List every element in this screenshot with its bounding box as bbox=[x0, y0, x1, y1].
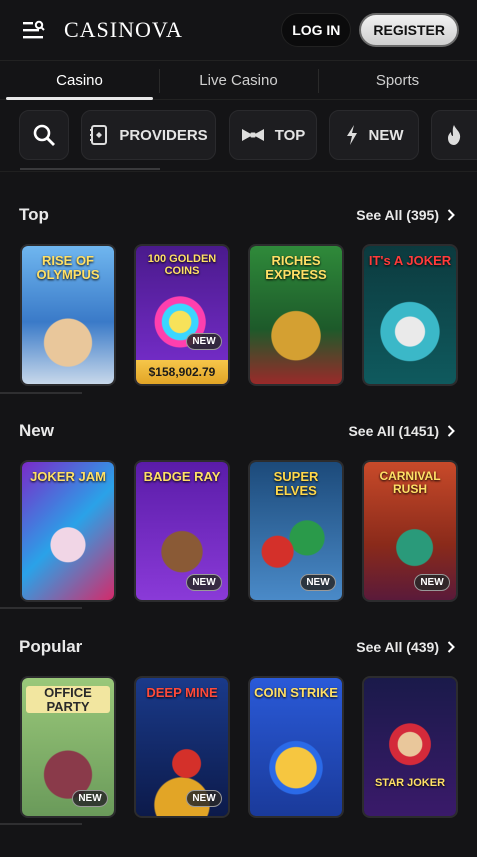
tab-live-casino[interactable]: Live Casino bbox=[159, 61, 318, 99]
top-section-header: Top See All (395) bbox=[19, 205, 455, 225]
game-card[interactable]: OFFICE PARTY NEW bbox=[20, 676, 116, 818]
search-button[interactable] bbox=[19, 110, 69, 160]
register-button[interactable]: REGISTER bbox=[359, 13, 459, 47]
login-button[interactable]: LOG IN bbox=[281, 13, 352, 47]
see-all-top-link[interactable]: See All (395) bbox=[356, 207, 455, 223]
game-card[interactable]: COIN STRIKE bbox=[248, 676, 344, 818]
game-title: OFFICE PARTY bbox=[26, 686, 110, 714]
search-icon bbox=[32, 123, 56, 147]
bow-tie-icon bbox=[241, 128, 265, 142]
row-scroll-indicator bbox=[0, 607, 82, 609]
game-title: RICHES EXPRESS bbox=[265, 253, 327, 282]
tab-sports[interactable]: Sports bbox=[318, 61, 477, 99]
game-card[interactable]: RISE OF OLYMPUS bbox=[20, 244, 116, 386]
chevron-right-icon bbox=[447, 641, 455, 653]
brand-logo[interactable]: CASINOVA bbox=[64, 17, 183, 43]
game-title: RISE OF OLYMPUS bbox=[36, 253, 100, 282]
new-badge: NEW bbox=[300, 574, 336, 591]
game-title: BADGE RAY bbox=[143, 469, 221, 484]
game-card[interactable]: BADGE RAY NEW bbox=[134, 460, 230, 602]
game-title: STAR JOKER bbox=[374, 777, 446, 790]
game-title: 100 GOLDEN COINS bbox=[147, 253, 217, 277]
jackpot-amount: $158,902.79 bbox=[136, 360, 228, 384]
game-title: DEEP MINE bbox=[146, 685, 218, 700]
providers-book-icon bbox=[89, 124, 109, 146]
game-title: SUPER ELVES bbox=[273, 469, 319, 498]
new-badge: NEW bbox=[186, 790, 222, 807]
filter-scroll-indicator bbox=[20, 168, 160, 170]
tab-casino[interactable]: Casino bbox=[0, 61, 159, 100]
game-title: IT's A JOKER bbox=[368, 253, 452, 268]
chevron-right-icon bbox=[447, 209, 455, 221]
game-card[interactable]: STAR JOKER bbox=[362, 676, 458, 818]
see-all-new-link[interactable]: See All (1451) bbox=[348, 423, 455, 439]
section-title-popular: Popular bbox=[19, 637, 83, 656]
new-label: NEW bbox=[368, 126, 404, 144]
game-card[interactable]: SUPER ELVES NEW bbox=[248, 460, 344, 602]
game-card[interactable]: JOKER JAM bbox=[20, 460, 116, 602]
popular-section-header: Popular See All (439) bbox=[19, 637, 455, 657]
top-chip[interactable]: TOP bbox=[229, 110, 317, 160]
row-scroll-indicator bbox=[0, 392, 82, 394]
see-all-top-label: See All (395) bbox=[356, 207, 439, 223]
game-card[interactable]: DEEP MINE NEW bbox=[134, 676, 230, 818]
new-badge: NEW bbox=[72, 790, 108, 807]
section-title-top: Top bbox=[19, 205, 49, 224]
game-title: JOKER JAM bbox=[30, 469, 106, 484]
new-badge: NEW bbox=[186, 574, 222, 591]
section-title-new: New bbox=[19, 421, 54, 440]
game-artwork bbox=[364, 678, 456, 816]
game-card[interactable]: CARNIVAL RUSH NEW bbox=[362, 460, 458, 602]
game-card[interactable]: RICHES EXPRESS bbox=[248, 244, 344, 386]
category-tabs: Casino Live Casino Sports bbox=[0, 60, 477, 100]
providers-chip[interactable]: PROVIDERS bbox=[81, 110, 216, 160]
providers-label: PROVIDERS bbox=[119, 126, 208, 144]
new-chip[interactable]: NEW bbox=[329, 110, 419, 160]
new-badge: NEW bbox=[186, 333, 222, 350]
menu-icon[interactable] bbox=[20, 19, 46, 41]
see-all-popular-label: See All (439) bbox=[356, 639, 439, 655]
see-all-new-label: See All (1451) bbox=[348, 423, 439, 439]
game-title: COIN STRIKE bbox=[254, 685, 338, 700]
see-all-popular-link[interactable]: See All (439) bbox=[356, 639, 455, 655]
game-title: CARNIVAL RUSH bbox=[379, 469, 441, 496]
lightning-icon bbox=[345, 124, 359, 146]
top-label: TOP bbox=[274, 126, 306, 144]
game-card[interactable]: 100 GOLDEN COINS NEW $158,902.79 bbox=[134, 244, 230, 386]
new-badge: NEW bbox=[414, 574, 450, 591]
flame-icon bbox=[446, 124, 462, 146]
top-header: CASINOVA LOG IN REGISTER bbox=[0, 0, 477, 60]
new-section-header: New See All (1451) bbox=[19, 421, 455, 441]
game-card[interactable]: IT's A JOKER bbox=[362, 244, 458, 386]
chevron-right-icon bbox=[447, 425, 455, 437]
filter-bar: PROVIDERS TOP NEW bbox=[0, 100, 477, 172]
hot-chip[interactable] bbox=[431, 110, 477, 160]
row-scroll-indicator bbox=[0, 823, 82, 825]
